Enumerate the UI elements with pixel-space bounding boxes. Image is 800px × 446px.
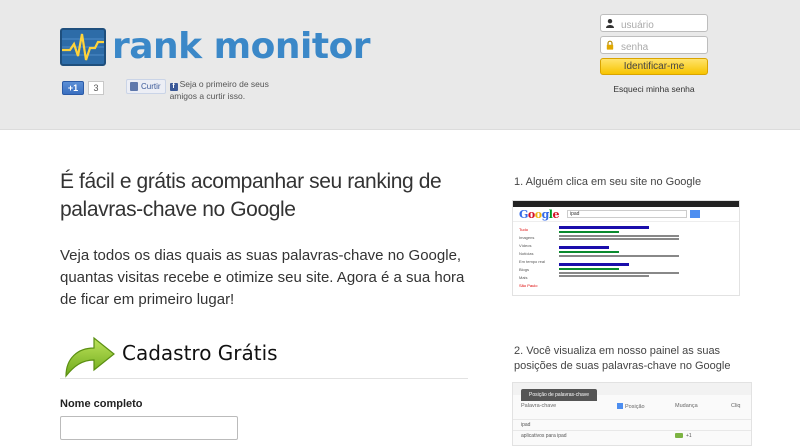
site-header: rank monitor +1 3 Curtir f Seja o primeir… (0, 0, 800, 130)
username-field-wrapper (600, 14, 708, 34)
google-plus-widget: +1 3 (62, 81, 104, 95)
panel-column-header: Posição (617, 403, 675, 419)
panel-column-header: Palavra-chave (521, 403, 557, 409)
google-search-button (689, 210, 700, 218)
google-sidebar-item: São Paulo (519, 283, 538, 288)
panel-row: ipad (513, 419, 751, 430)
panel-keyword: ipad (521, 422, 531, 428)
heartbeat-chart-icon (60, 28, 106, 66)
panel-tab-bar: Posição de palavras-chave (513, 383, 751, 401)
section-divider (60, 378, 468, 379)
logo[interactable]: rank monitor (60, 26, 371, 67)
password-field-wrapper (600, 36, 708, 56)
facebook-social-sentence: Seja o primeiro de seus amigos a curtir … (169, 79, 269, 101)
up-arrow-icon (675, 433, 683, 439)
google-results-screenshot: Google ipad Tudo Imagens Vídeos Notícias… (512, 200, 740, 296)
page-headline: É fácil e grátis acompanhar seu ranking … (60, 170, 442, 221)
google-sidebar-item: Vídeos (519, 243, 532, 248)
facebook-like-widget: Curtir f Seja o primeiro de seus amigos a… (126, 79, 280, 102)
green-arrow-icon (65, 336, 115, 378)
google-plus-one-button[interactable]: +1 (62, 81, 84, 95)
facebook-social-text: f Seja o primeiro de seus amigos a curtir… (169, 79, 280, 102)
google-sidebar-item: Imagens (519, 235, 535, 240)
facebook-like-button[interactable]: Curtir (126, 79, 166, 94)
panel-column-header: Mudança (675, 403, 698, 409)
google-sidebar-item: Tudo (519, 227, 528, 232)
google-plus-count: 3 (88, 81, 104, 95)
login-form: Identificar-me Esqueci minha senha (600, 14, 708, 94)
google-results-list (559, 226, 739, 290)
step-1-caption: 1. Alguém clica em seu site no Google (514, 176, 702, 188)
user-icon (606, 19, 614, 28)
google-result (559, 263, 739, 277)
forgot-password-link[interactable]: Esqueci minha senha (600, 84, 708, 94)
step-2-caption: 2. Você visualiza em nosso painel as sua… (514, 345, 731, 372)
google-sidebar: Tudo Imagens Vídeos Notícias Em tempo re… (519, 226, 559, 290)
facebook-like-label: Curtir (141, 82, 161, 91)
thumbs-up-icon (130, 82, 138, 91)
google-logo: Google (519, 207, 559, 221)
panel-row: aplicativos para ipad +1 (513, 430, 751, 441)
username-input[interactable] (601, 17, 707, 34)
google-sidebar-item: Mais (519, 275, 528, 280)
signup-label: Cadastro Grátis (122, 341, 278, 365)
google-result (559, 226, 739, 240)
lock-icon (606, 40, 614, 50)
google-sidebar-item: Em tempo real (519, 259, 546, 264)
logo-text: rank monitor (112, 26, 371, 67)
login-submit-button[interactable]: Identificar-me (600, 58, 708, 75)
panel-keyword: aplicativos para ipad (521, 433, 567, 439)
password-input[interactable] (601, 39, 707, 56)
panel-column-header: Cliq (731, 403, 741, 409)
google-search-box: ipad (566, 210, 687, 218)
full-name-label: Nome completo (60, 398, 143, 410)
full-name-input[interactable] (60, 416, 238, 440)
keyword-panel-screenshot: Posição de palavras-chave Palavra-chave … (512, 382, 752, 446)
panel-tab: Posição de palavras-chave (521, 389, 598, 401)
facebook-icon: f (169, 83, 178, 91)
signup-banner[interactable]: Cadastro Grátis (60, 330, 278, 382)
google-favicon-icon (617, 403, 623, 409)
panel-change: +1 (675, 433, 692, 439)
lead-paragraph: Veja todos os dias quais as suas palavra… (60, 247, 465, 308)
google-sidebar-item: Notícias (519, 251, 534, 256)
google-query: ipad (569, 211, 580, 217)
google-result (559, 246, 739, 257)
google-sidebar-item: Blogs (519, 267, 530, 272)
google-search-bar: Google ipad (513, 207, 739, 222)
google-results-body: Tudo Imagens Vídeos Notícias Em tempo re… (513, 222, 739, 290)
